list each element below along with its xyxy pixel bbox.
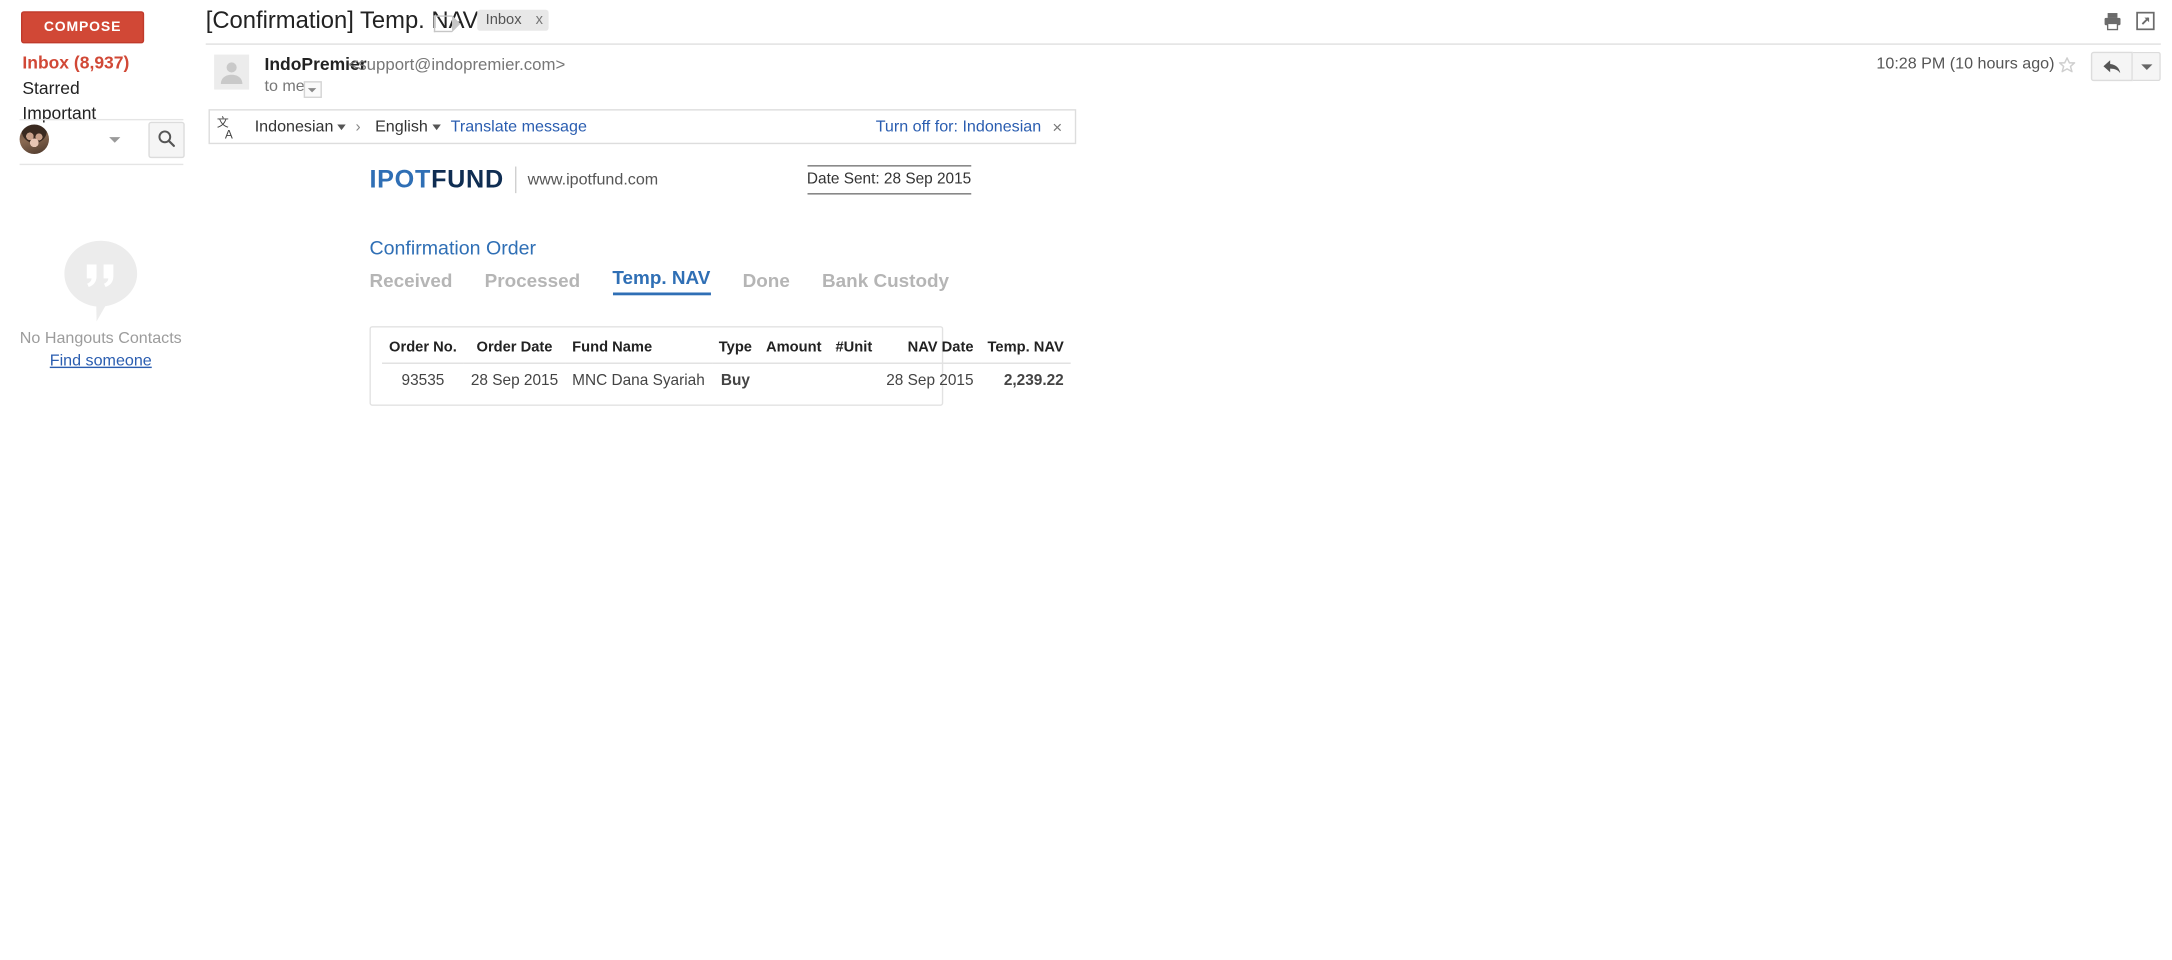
tab-processed[interactable]: Processed	[485, 270, 581, 295]
translate-source-language[interactable]: Indonesian	[254, 118, 347, 136]
hangouts-empty-state: No Hangouts Contacts Find someone	[0, 238, 202, 372]
compose-button[interactable]: COMPOSE	[20, 11, 145, 44]
left-sidebar: COMPOSE Inbox (8,937) Starred Important	[0, 0, 202, 960]
turn-off-translation-link[interactable]: Turn off for: Indonesian	[876, 119, 1042, 136]
label-tag-icon[interactable]	[433, 15, 461, 33]
logo-ipot-text: IPOT	[369, 165, 432, 194]
avatar[interactable]	[19, 124, 49, 154]
sender-email: <support@indopremier.com>	[348, 54, 566, 75]
hangouts-bubble-wrap	[0, 238, 202, 325]
hangouts-search-button[interactable]	[148, 121, 185, 159]
find-someone-link[interactable]: Find someone	[50, 353, 152, 370]
label-chip-inbox[interactable]: Inbox x	[477, 9, 549, 31]
table-body: 93535 28 Sep 2015 MNC Dana Syariah Buy 2…	[382, 363, 1071, 393]
gmail-window: COMPOSE Inbox (8,937) Starred Important	[0, 0, 2172, 960]
chevron-down-icon[interactable]	[109, 137, 121, 143]
logo-divider	[515, 166, 517, 194]
cell-unit	[829, 363, 880, 393]
brand-row: IPOTFUND www.ipotfund.com Date Sent: 28 …	[369, 165, 972, 201]
star-icon[interactable]	[2057, 56, 2077, 76]
logo-fund-text: FUND	[431, 165, 504, 194]
translate-target-language[interactable]: English	[375, 118, 441, 136]
ipotfund-logo: IPOTFUND	[369, 165, 503, 194]
column-header-unit: #Unit	[828, 335, 880, 364]
translate-message-link[interactable]: Translate message	[451, 119, 587, 136]
column-header-amount: Amount	[758, 335, 829, 364]
main-panel: [Confirmation] Temp. NAV Inbox x IndoPre…	[202, 0, 2172, 960]
message-header: IndoPremier <support@indopremier.com> to…	[202, 50, 2172, 109]
search-icon	[158, 130, 175, 147]
date-sent: Date Sent: 28 Sep 2015	[806, 165, 972, 195]
cell-type: Buy	[720, 372, 750, 390]
svg-text:A: A	[225, 128, 233, 140]
close-icon[interactable]: x	[536, 11, 543, 28]
reply-button-group	[2090, 51, 2161, 82]
chevron-down-icon	[432, 124, 441, 131]
reply-icon	[2103, 59, 2121, 73]
cell-amount	[759, 363, 829, 393]
website-url: www.ipotfund.com	[527, 172, 659, 189]
hangouts-icon	[64, 240, 138, 322]
hangouts-account-bar	[19, 120, 185, 159]
chevron-down-icon	[337, 124, 347, 131]
column-header-type: Type	[711, 335, 759, 364]
tab-done[interactable]: Done	[743, 270, 790, 295]
tab-received[interactable]: Received	[369, 270, 452, 295]
translate-bar: 文 A Indonesian › English Translate messa…	[208, 109, 1077, 145]
sidebar-divider-bottom	[19, 163, 184, 166]
column-header-nav-date: NAV Date	[879, 335, 981, 364]
close-icon[interactable]: ×	[1052, 118, 1062, 138]
recipient-label: to me	[264, 78, 305, 96]
cell-temp-nav: 2,239.22	[1003, 372, 1064, 390]
open-in-new-window-icon[interactable]	[2136, 11, 2156, 31]
cell-order-date: 28 Sep 2015	[470, 372, 559, 390]
cell-fund-name: MNC Dana Syariah	[572, 372, 705, 390]
orders-table: Order No. Order Date Fund Name Type Amou…	[382, 335, 1071, 393]
column-header-order-date: Order Date	[463, 335, 566, 364]
table-header-row: Order No. Order Date Fund Name Type Amou…	[382, 335, 1071, 364]
column-header-temp-nav: Temp. NAV	[980, 335, 1071, 364]
subject-divider	[205, 43, 2161, 45]
column-header-fund-name: Fund Name	[565, 335, 712, 364]
translate-arrow-icon: ›	[355, 118, 361, 136]
reply-button[interactable]	[2090, 51, 2133, 82]
sidebar-nav: Inbox (8,937) Starred Important	[0, 50, 202, 126]
header-action-icons	[2102, 11, 2155, 31]
hangouts-empty-text: No Hangouts Contacts	[19, 330, 182, 348]
status-tabs: Received Processed Temp. NAV Done Bank C…	[369, 267, 971, 296]
orders-table-card: Order No. Order Date Fund Name Type Amou…	[369, 326, 1071, 406]
label-chip-text: Inbox	[485, 11, 522, 28]
screenshot-root: COMPOSE Inbox (8,937) Starred Important	[0, 0, 2172, 960]
recipient-details-toggle[interactable]	[303, 81, 322, 98]
print-icon[interactable]	[2102, 11, 2123, 31]
sidebar-item-starred[interactable]: Starred	[0, 76, 202, 101]
tab-temp-nav[interactable]: Temp. NAV	[612, 267, 711, 296]
email-body: IPOTFUND www.ipotfund.com Date Sent: 28 …	[369, 165, 1071, 406]
cell-order-no: 93535	[401, 372, 445, 390]
table-row: 93535 28 Sep 2015 MNC Dana Syariah Buy 2…	[382, 363, 1071, 393]
translate-icon: 文 A	[217, 115, 241, 142]
tab-bank-custody[interactable]: Bank Custody	[822, 270, 949, 295]
more-options-button[interactable]	[2132, 51, 2161, 82]
column-header-order-no: Order No.	[382, 335, 464, 364]
table-header: Order No. Order Date Fund Name Type Amou…	[382, 335, 1071, 364]
sidebar-item-inbox[interactable]: Inbox (8,937)	[0, 50, 202, 75]
section-title: Confirmation Order	[369, 236, 537, 259]
cell-nav-date: 28 Sep 2015	[886, 372, 974, 390]
person-icon	[220, 62, 243, 84]
message-timestamp: 10:28 PM (10 hours ago)	[1876, 55, 2055, 73]
subject-row: [Confirmation] Temp. NAV Inbox x	[202, 0, 2172, 39]
translate-target-label: English	[375, 118, 428, 136]
translate-source-label: Indonesian	[254, 118, 334, 136]
sender-avatar	[214, 54, 250, 90]
